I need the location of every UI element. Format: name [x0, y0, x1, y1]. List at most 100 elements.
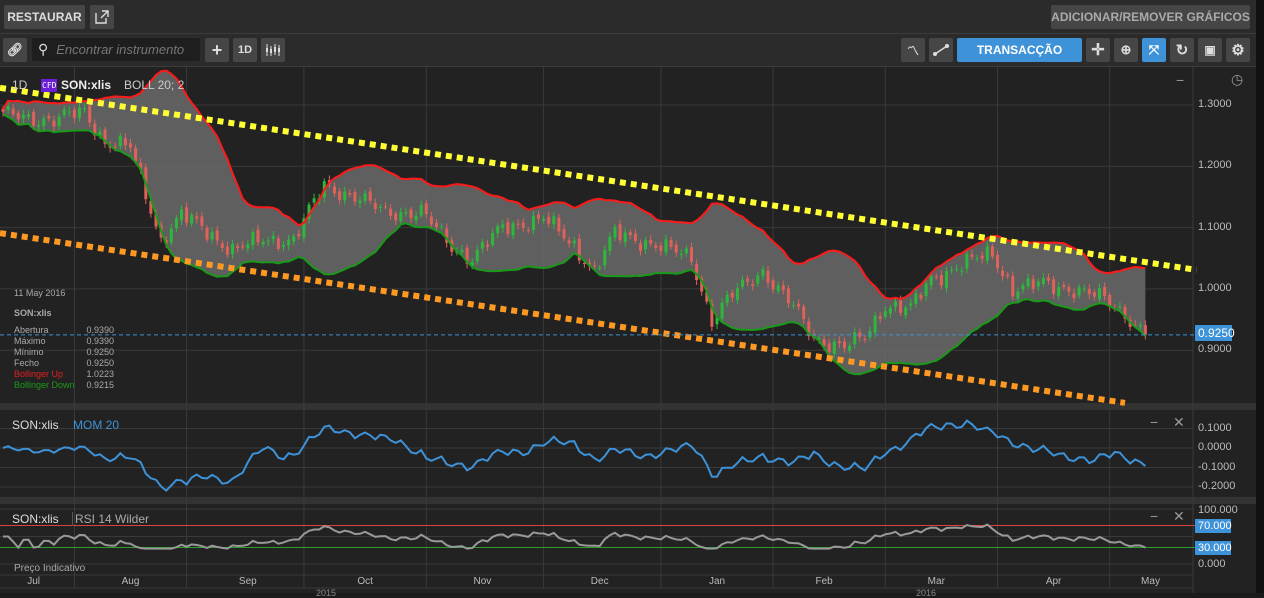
candle	[1041, 278, 1045, 284]
candle	[338, 191, 342, 200]
candle	[1143, 325, 1147, 335]
mom-tick: -0.2000	[1198, 480, 1236, 492]
legend-value: 0.9215	[86, 380, 114, 390]
candle	[985, 246, 989, 261]
month-label: Jul	[27, 576, 40, 587]
rsi-lower-tag: 30.000	[1195, 541, 1232, 555]
candle	[282, 245, 285, 248]
candle	[394, 213, 398, 221]
candle	[521, 222, 525, 228]
candle	[909, 303, 913, 306]
candle	[11, 108, 15, 115]
candle	[1092, 292, 1096, 297]
price-tick: 1.3000	[1198, 98, 1232, 110]
candle	[919, 294, 923, 299]
candle	[684, 248, 688, 254]
month-label: Oct	[357, 576, 373, 587]
candle	[1072, 293, 1076, 299]
close-mom-panel[interactable]: ✕	[1173, 414, 1185, 431]
panel-separator	[0, 497, 1256, 504]
candle	[276, 238, 280, 249]
candle	[78, 107, 81, 118]
close-rsi-panel[interactable]: ✕	[1173, 508, 1185, 525]
candle	[1077, 287, 1081, 296]
candle	[837, 341, 841, 344]
chart-plot[interactable]	[0, 0, 1256, 593]
candle	[1087, 289, 1091, 295]
candle	[511, 223, 515, 236]
legend-value: 0.9390	[86, 325, 114, 335]
candle	[363, 193, 367, 201]
candle	[1016, 291, 1020, 299]
candle	[241, 245, 245, 248]
candle	[822, 339, 826, 346]
candle	[429, 216, 433, 225]
candle	[83, 107, 87, 110]
panel-separator	[0, 403, 1256, 410]
candle	[1082, 288, 1086, 290]
candle	[843, 341, 846, 349]
clock-icon[interactable]: ◷	[1231, 71, 1243, 88]
candle	[547, 216, 551, 224]
candle	[649, 239, 653, 244]
candle	[756, 275, 760, 284]
minimize-rsi-panel[interactable]: −	[1150, 508, 1158, 524]
legend-label: Mínimo	[14, 347, 44, 357]
candle	[486, 244, 489, 247]
candle	[123, 138, 127, 146]
candle	[996, 254, 999, 269]
symbol-label: SON:xlis	[61, 78, 112, 92]
month-label: Feb	[815, 576, 833, 587]
candle	[1103, 287, 1107, 296]
candle	[542, 218, 546, 221]
candle	[603, 249, 607, 266]
legend-row: Abertura 0.9390	[14, 325, 114, 336]
candle	[1062, 285, 1066, 288]
candle	[873, 315, 877, 333]
candle	[353, 192, 357, 202]
candle	[1036, 281, 1040, 287]
mom-tick: 0.1000	[1198, 421, 1232, 434]
candle	[384, 206, 387, 208]
legend-label: Fecho	[14, 358, 40, 368]
candle	[1031, 279, 1035, 289]
candle	[246, 244, 250, 249]
candle	[1067, 287, 1071, 292]
candle	[57, 116, 61, 127]
minimize-mom-panel[interactable]: −	[1150, 414, 1158, 430]
legend-value: 1.0223	[86, 369, 114, 379]
candle	[608, 236, 612, 251]
candle	[894, 301, 897, 307]
rsi-tick-100: 100.000	[1198, 504, 1238, 516]
mom-tick: 0.0000	[1198, 441, 1232, 453]
candle	[501, 224, 505, 228]
candle	[1098, 288, 1101, 300]
candle	[190, 215, 194, 224]
legend-row: Bollinger Up 1.0223	[14, 369, 114, 380]
candle	[62, 109, 66, 116]
candle	[496, 226, 500, 234]
legend-row: Bollinger Down 0.9215	[14, 380, 114, 391]
month-label: Mar	[927, 576, 945, 587]
candle	[751, 284, 755, 286]
month-label: Jan	[708, 576, 726, 587]
month-label: Sep	[238, 576, 257, 587]
candle	[674, 244, 678, 253]
rsi-upper-tag: 70.000	[1195, 519, 1232, 533]
legend-label: Abertura	[14, 325, 49, 335]
candle	[399, 212, 403, 222]
candle	[669, 240, 673, 247]
candle	[37, 125, 41, 127]
price-tick: 1.1000	[1198, 220, 1232, 233]
candle	[1021, 285, 1025, 290]
candle	[863, 338, 867, 340]
candle	[1011, 275, 1015, 297]
last-price-tag: 0.9250	[1195, 325, 1235, 341]
legend-label: Máximo	[14, 336, 46, 346]
minimize-main-panel[interactable]: −	[1176, 72, 1184, 88]
candle	[633, 233, 637, 241]
candle	[730, 292, 734, 298]
scrollbar-strip	[1256, 0, 1264, 593]
candle	[623, 232, 627, 243]
candle	[27, 114, 30, 117]
